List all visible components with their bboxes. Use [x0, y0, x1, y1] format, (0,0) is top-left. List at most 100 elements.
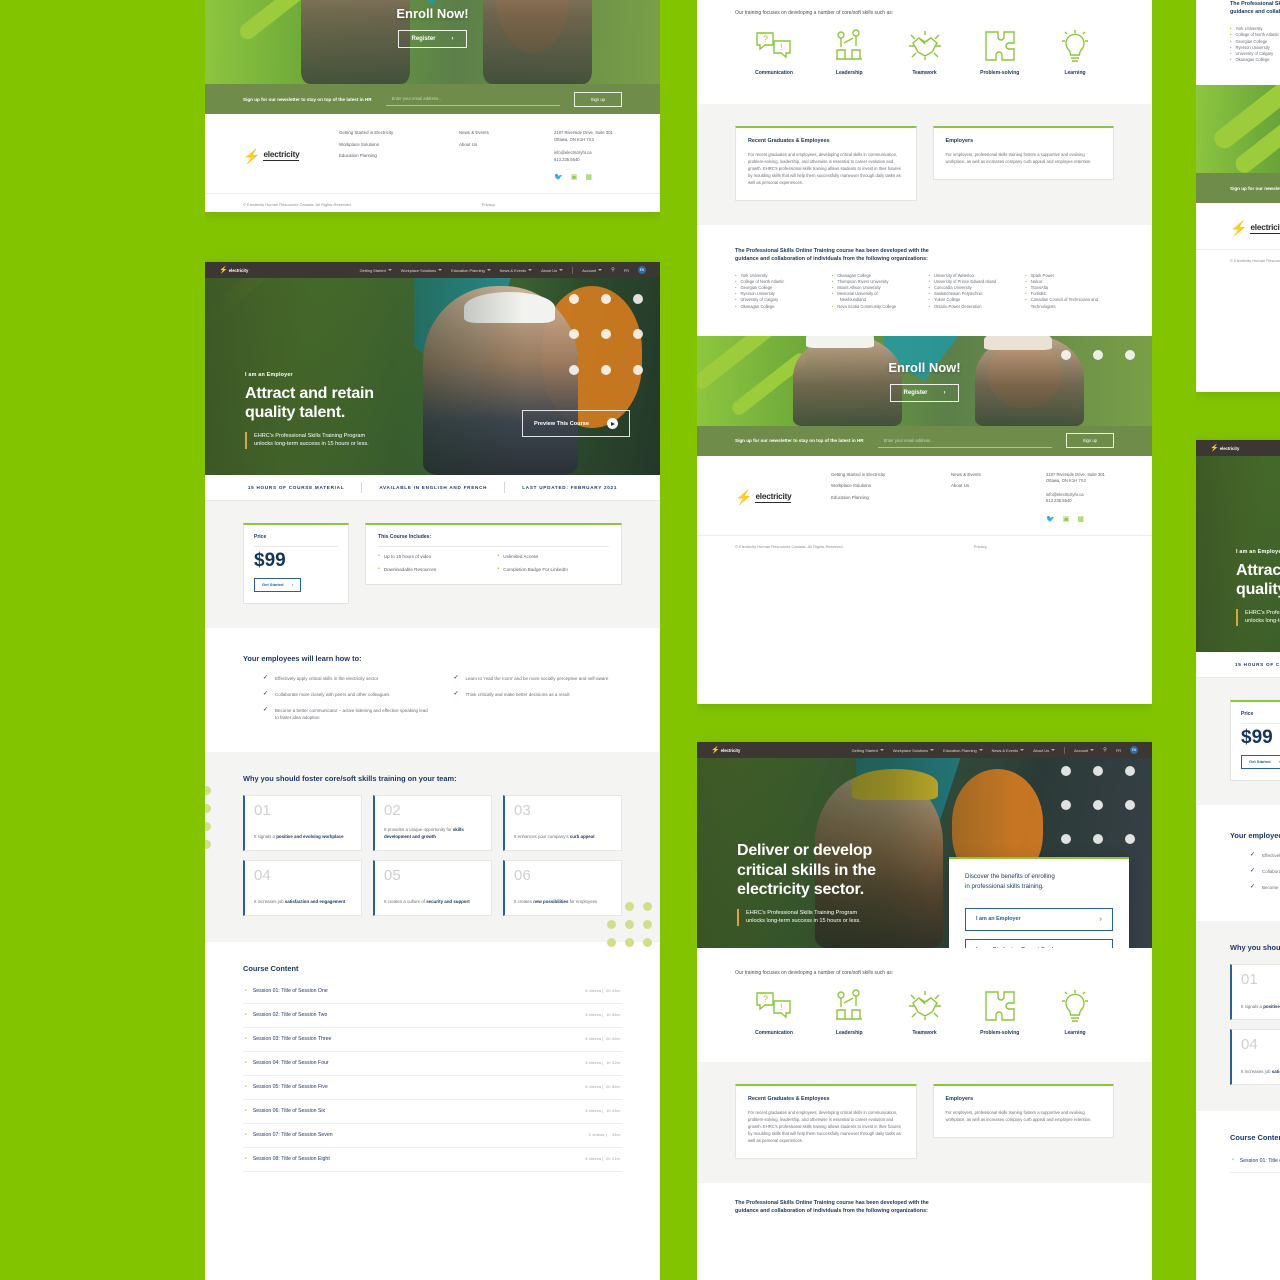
hero-copy: I am an Employer Attract and retain qual… [1236, 549, 1280, 626]
popup-student-button[interactable]: I am a Student or Recent Grad › [965, 938, 1113, 948]
session-duration: 2h 21m [606, 1157, 620, 1162]
skill-leadership: Leadership [816, 29, 882, 76]
footer-link[interactable]: Getting Started in Electricity [831, 472, 951, 477]
top-navigation: ⚡ electricity Getting Started Workplace … [205, 262, 660, 278]
nav-logo[interactable]: ⚡ electricity [711, 747, 740, 754]
nav-item-getting-started[interactable]: Getting Started [852, 748, 884, 753]
mock-screen-footer: Enroll Now! Register › Sign up for our n… [205, 0, 660, 212]
footer-link[interactable]: Workplace Solutions [339, 142, 459, 147]
preview-course-button[interactable]: Preview This Course [521, 410, 630, 437]
footer-link[interactable]: Getting Started in Electricity [339, 130, 459, 135]
nav-item-news-events[interactable]: News & Events [500, 268, 533, 273]
nav-item-account[interactable]: Account [582, 267, 603, 273]
facebook-icon[interactable]: ▣ [571, 174, 578, 181]
newsletter-band: Sign up for our newsletter to stay on to… [697, 425, 1152, 456]
register-button[interactable]: Register › [398, 30, 467, 48]
footer-link[interactable]: News & Events [951, 472, 1046, 477]
footer-column-1: Getting Started in Electricity Workplace… [831, 472, 951, 523]
footer-logo[interactable]: ⚡ electricity [735, 472, 831, 523]
nav-item-about-us[interactable]: About Us [541, 268, 564, 273]
session-row[interactable]: • Session 03: Title of Session Three 4 vid… [243, 1028, 622, 1052]
learn-list: ✓ Effectively apply critical skills in th… [243, 675, 622, 722]
why-card-text: It signals a positive and evolving workp… [1241, 1004, 1280, 1011]
nav-label: News & Events [991, 747, 1019, 753]
newsletter-signup-button[interactable]: Sign up [573, 91, 622, 107]
nav-item-education-planning[interactable]: Education Planning [943, 748, 983, 753]
price-card: Price $99 Get Started › [243, 523, 349, 604]
nav-item-getting-started[interactable]: Getting Started [360, 268, 392, 273]
footer-link[interactable]: Workplace Solutions [831, 483, 951, 488]
enroll-band [1196, 85, 1280, 174]
footer-link[interactable]: Education Planning [831, 495, 951, 500]
popup-employer-button[interactable]: I am an Employer › [965, 907, 1113, 931]
newsletter-signup-button[interactable]: Sign up [1065, 433, 1114, 449]
why-card-text: It creates a culture of security and sup… [384, 899, 482, 906]
nav-item-workplace-solutions[interactable]: Workplace Solutions [400, 267, 443, 273]
nav-item-workplace-solutions[interactable]: Workplace Solutions [893, 748, 935, 753]
session-row[interactable]: • Session 02: Title of Session Two 3 video… [243, 1004, 622, 1028]
session-row[interactable]: • Session 01: Title of Session One 5 video… [243, 980, 622, 1004]
search-icon[interactable]: ⚲ [611, 267, 615, 273]
nav-logo[interactable]: ⚡ electricity [219, 267, 248, 274]
lang-fr-link[interactable]: FR [624, 268, 629, 273]
nav-item-about-us[interactable]: About Us [1033, 748, 1056, 753]
nav-item-account[interactable]: Account [1074, 748, 1095, 753]
session-row[interactable]: • Session 08: Title of Session Eight 4 vid… [243, 1148, 622, 1172]
why-card: 05 It creates a culture of security and s… [373, 859, 492, 916]
privacy-link[interactable]: Privacy [482, 202, 495, 207]
privacy-link[interactable]: Privacy [974, 544, 987, 549]
linkedin-icon[interactable]: ▦ [1077, 516, 1084, 523]
hero-title-line1: Attract and retain [245, 384, 374, 402]
learn-item: ✓ Learn to 'read the room' and be more so… [454, 675, 623, 682]
chevron-down-icon [438, 269, 443, 271]
facebook-icon[interactable]: ▣ [1063, 516, 1070, 523]
lightbulb-icon [1062, 30, 1088, 62]
footer-link[interactable]: About Us [459, 142, 554, 147]
footer-logo[interactable]: ⚡ electricity [243, 130, 339, 181]
nav-item-news-events[interactable]: News & Events [991, 747, 1025, 753]
preview-course-label: Preview This Course [533, 420, 589, 427]
twitter-icon[interactable]: 🐦 [554, 174, 563, 181]
bolt-icon: ⚡ [1230, 220, 1248, 237]
linkedin-icon[interactable]: ▦ [585, 174, 592, 181]
nav-item-education-planning[interactable]: Education Planning [451, 268, 491, 273]
footer-phone[interactable]: 613.235.5540 [554, 157, 613, 164]
footer-link[interactable]: News & Events [459, 130, 554, 135]
get-started-button[interactable]: Get Started › [254, 577, 301, 592]
lang-en-badge[interactable]: EN [1130, 746, 1138, 754]
nav-label: Workplace Solutions [400, 267, 437, 273]
skills-row: ? ! Communication Leadership Teamwork Pr… [735, 989, 1114, 1036]
search-icon[interactable]: ⚲ [1103, 747, 1107, 753]
why-card: 06 It creates new possibilities for emplo… [503, 859, 622, 916]
chevron-right-icon: › [1099, 915, 1102, 923]
lang-en-badge[interactable]: EN [638, 266, 646, 274]
lang-fr-link[interactable]: FR [1116, 748, 1121, 753]
get-started-button[interactable]: Get Started › [1241, 754, 1280, 769]
footer-link[interactable]: Education Planning [339, 153, 459, 158]
session-row[interactable]: • Session 07: Title of Session Seven 2 vid… [243, 1124, 622, 1148]
twitter-icon[interactable]: 🐦 [1046, 516, 1055, 523]
session-row[interactable]: • Session 04: Title of Session Four 3 vide… [243, 1052, 622, 1076]
newsletter-email-input[interactable]: Enter your email address... [385, 92, 560, 106]
session-duration: 1h 43m [606, 1109, 620, 1114]
nav-logo[interactable]: ⚡ electricity [1210, 445, 1239, 452]
footer-link[interactable]: About Us [951, 483, 1046, 488]
audience-body: For employers, professional skills train… [945, 1110, 1092, 1122]
session-row[interactable]: • Session 01: Title of Session One [1230, 1149, 1280, 1174]
includes-item-label: Downloadable Resources [383, 566, 437, 572]
newsletter-email-input[interactable]: Enter your email address... [877, 434, 1052, 448]
session-title: • Session 02: Title of Session Two [245, 1012, 327, 1018]
chevron-down-icon [486, 269, 491, 271]
session-row[interactable]: • Session 06: Title of Session Six 3 video… [243, 1100, 622, 1124]
enroll-heading: Enroll Now! [396, 6, 469, 21]
bullet-icon: • [245, 987, 247, 994]
hero-title-line1: Deliver or develop [737, 842, 873, 860]
footer-logo[interactable]: ⚡ electricity [1230, 221, 1280, 235]
footer-legal-bar: © Electricity Human Resources Canada. Al… [205, 193, 660, 212]
footer-phone[interactable]: 613.235.5540 [1046, 498, 1105, 505]
enroll-content: Enroll Now! Register › [697, 336, 1152, 426]
skill-label: Learning [1064, 1030, 1086, 1036]
session-row[interactable]: • Session 05: Title of Session Five 5 vide… [243, 1076, 622, 1100]
nav-label: Account [582, 267, 597, 273]
register-button[interactable]: Register › [890, 383, 959, 402]
